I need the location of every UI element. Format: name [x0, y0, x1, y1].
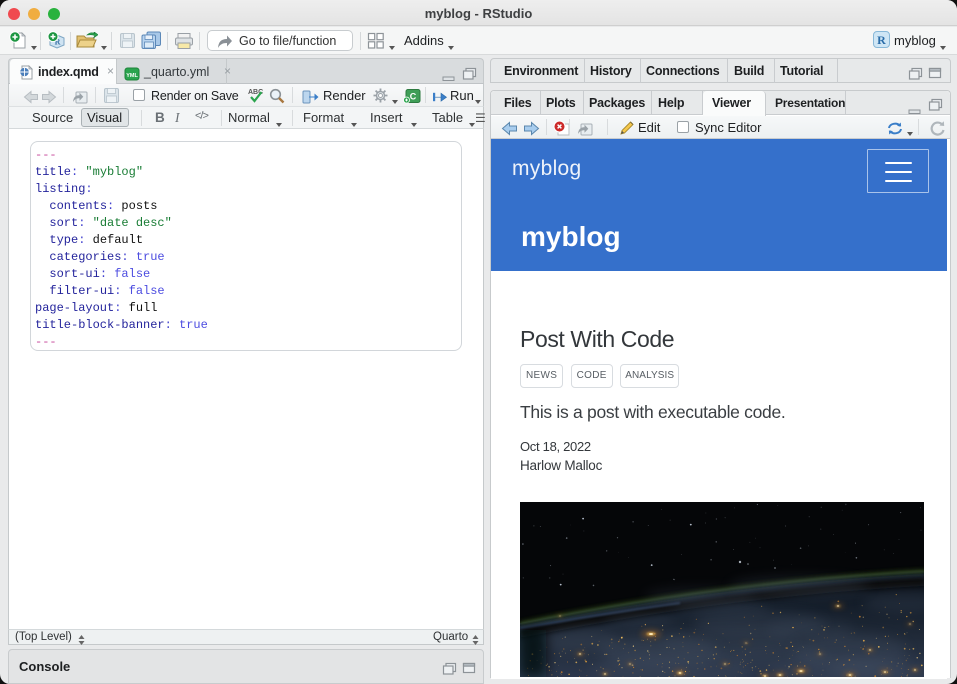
svg-text:R: R — [877, 33, 886, 47]
svg-text:C: C — [410, 92, 417, 102]
svg-text:YML: YML — [126, 73, 138, 79]
